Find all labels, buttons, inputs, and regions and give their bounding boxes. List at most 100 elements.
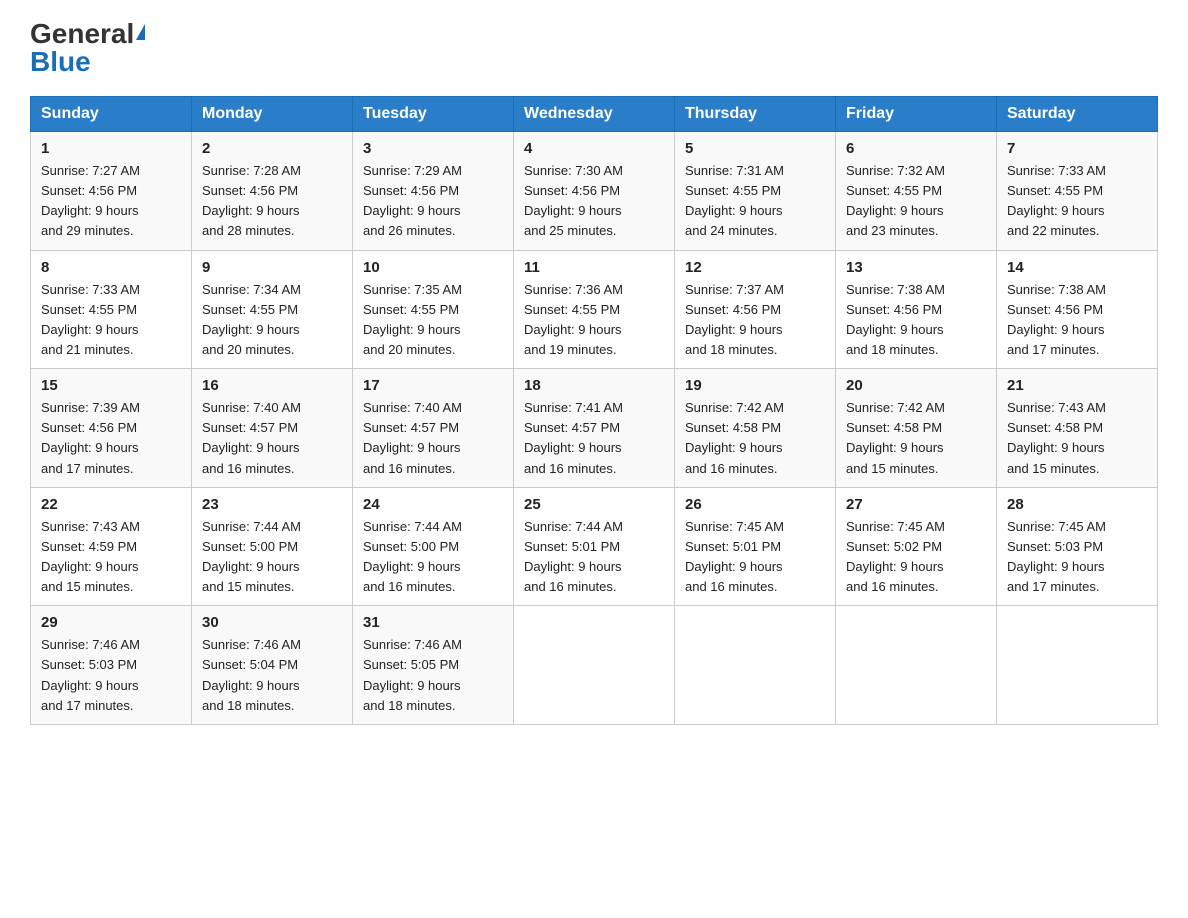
day-cell: 10 Sunrise: 7:35 AM Sunset: 4:55 PM Dayl… xyxy=(353,250,514,369)
day-cell: 22 Sunrise: 7:43 AM Sunset: 4:59 PM Dayl… xyxy=(31,487,192,606)
header-row: SundayMondayTuesdayWednesdayThursdayFrid… xyxy=(31,97,1158,132)
logo-arrow-icon xyxy=(136,24,145,40)
day-number: 13 xyxy=(846,259,986,276)
day-info: Sunrise: 7:46 AM Sunset: 5:03 PM Dayligh… xyxy=(41,635,181,716)
day-info: Sunrise: 7:44 AM Sunset: 5:00 PM Dayligh… xyxy=(202,517,342,598)
day-number: 30 xyxy=(202,614,342,631)
logo-general-line: General xyxy=(30,20,145,48)
day-cell: 20 Sunrise: 7:42 AM Sunset: 4:58 PM Dayl… xyxy=(836,369,997,488)
day-info: Sunrise: 7:36 AM Sunset: 4:55 PM Dayligh… xyxy=(524,280,664,361)
day-number: 12 xyxy=(685,259,825,276)
day-number: 20 xyxy=(846,377,986,394)
day-cell: 11 Sunrise: 7:36 AM Sunset: 4:55 PM Dayl… xyxy=(514,250,675,369)
day-cell: 27 Sunrise: 7:45 AM Sunset: 5:02 PM Dayl… xyxy=(836,487,997,606)
day-cell: 28 Sunrise: 7:45 AM Sunset: 5:03 PM Dayl… xyxy=(997,487,1158,606)
day-cell: 26 Sunrise: 7:45 AM Sunset: 5:01 PM Dayl… xyxy=(675,487,836,606)
day-number: 9 xyxy=(202,259,342,276)
day-info: Sunrise: 7:43 AM Sunset: 4:59 PM Dayligh… xyxy=(41,517,181,598)
day-info: Sunrise: 7:37 AM Sunset: 4:56 PM Dayligh… xyxy=(685,280,825,361)
week-row-5: 29 Sunrise: 7:46 AM Sunset: 5:03 PM Dayl… xyxy=(31,606,1158,725)
calendar-body: 1 Sunrise: 7:27 AM Sunset: 4:56 PM Dayli… xyxy=(31,132,1158,725)
day-number: 15 xyxy=(41,377,181,394)
day-cell: 25 Sunrise: 7:44 AM Sunset: 5:01 PM Dayl… xyxy=(514,487,675,606)
day-number: 26 xyxy=(685,496,825,513)
day-cell: 19 Sunrise: 7:42 AM Sunset: 4:58 PM Dayl… xyxy=(675,369,836,488)
day-info: Sunrise: 7:28 AM Sunset: 4:56 PM Dayligh… xyxy=(202,161,342,242)
day-info: Sunrise: 7:29 AM Sunset: 4:56 PM Dayligh… xyxy=(363,161,503,242)
day-cell: 13 Sunrise: 7:38 AM Sunset: 4:56 PM Dayl… xyxy=(836,250,997,369)
day-number: 28 xyxy=(1007,496,1147,513)
logo-general-text: General xyxy=(30,18,145,49)
day-info: Sunrise: 7:40 AM Sunset: 4:57 PM Dayligh… xyxy=(363,398,503,479)
header-cell-friday: Friday xyxy=(836,97,997,132)
day-number: 10 xyxy=(363,259,503,276)
day-cell: 9 Sunrise: 7:34 AM Sunset: 4:55 PM Dayli… xyxy=(192,250,353,369)
day-info: Sunrise: 7:41 AM Sunset: 4:57 PM Dayligh… xyxy=(524,398,664,479)
day-number: 29 xyxy=(41,614,181,631)
header-cell-monday: Monday xyxy=(192,97,353,132)
day-info: Sunrise: 7:32 AM Sunset: 4:55 PM Dayligh… xyxy=(846,161,986,242)
day-cell: 5 Sunrise: 7:31 AM Sunset: 4:55 PM Dayli… xyxy=(675,132,836,251)
day-number: 18 xyxy=(524,377,664,394)
day-number: 21 xyxy=(1007,377,1147,394)
day-info: Sunrise: 7:43 AM Sunset: 4:58 PM Dayligh… xyxy=(1007,398,1147,479)
day-number: 27 xyxy=(846,496,986,513)
day-cell xyxy=(836,606,997,725)
day-number: 25 xyxy=(524,496,664,513)
day-number: 6 xyxy=(846,140,986,157)
day-number: 24 xyxy=(363,496,503,513)
day-info: Sunrise: 7:42 AM Sunset: 4:58 PM Dayligh… xyxy=(685,398,825,479)
day-cell: 1 Sunrise: 7:27 AM Sunset: 4:56 PM Dayli… xyxy=(31,132,192,251)
day-cell: 17 Sunrise: 7:40 AM Sunset: 4:57 PM Dayl… xyxy=(353,369,514,488)
week-row-4: 22 Sunrise: 7:43 AM Sunset: 4:59 PM Dayl… xyxy=(31,487,1158,606)
day-number: 11 xyxy=(524,259,664,276)
day-cell: 15 Sunrise: 7:39 AM Sunset: 4:56 PM Dayl… xyxy=(31,369,192,488)
header-cell-saturday: Saturday xyxy=(997,97,1158,132)
day-info: Sunrise: 7:39 AM Sunset: 4:56 PM Dayligh… xyxy=(41,398,181,479)
header-cell-wednesday: Wednesday xyxy=(514,97,675,132)
day-info: Sunrise: 7:34 AM Sunset: 4:55 PM Dayligh… xyxy=(202,280,342,361)
day-info: Sunrise: 7:45 AM Sunset: 5:02 PM Dayligh… xyxy=(846,517,986,598)
day-info: Sunrise: 7:44 AM Sunset: 5:01 PM Dayligh… xyxy=(524,517,664,598)
day-cell: 8 Sunrise: 7:33 AM Sunset: 4:55 PM Dayli… xyxy=(31,250,192,369)
day-number: 2 xyxy=(202,140,342,157)
day-info: Sunrise: 7:46 AM Sunset: 5:05 PM Dayligh… xyxy=(363,635,503,716)
day-cell: 21 Sunrise: 7:43 AM Sunset: 4:58 PM Dayl… xyxy=(997,369,1158,488)
day-number: 31 xyxy=(363,614,503,631)
day-cell: 30 Sunrise: 7:46 AM Sunset: 5:04 PM Dayl… xyxy=(192,606,353,725)
page-header: General Blue xyxy=(30,20,1158,76)
calendar-table: SundayMondayTuesdayWednesdayThursdayFrid… xyxy=(30,96,1158,725)
day-number: 7 xyxy=(1007,140,1147,157)
day-cell: 29 Sunrise: 7:46 AM Sunset: 5:03 PM Dayl… xyxy=(31,606,192,725)
day-info: Sunrise: 7:40 AM Sunset: 4:57 PM Dayligh… xyxy=(202,398,342,479)
day-cell: 4 Sunrise: 7:30 AM Sunset: 4:56 PM Dayli… xyxy=(514,132,675,251)
day-cell: 12 Sunrise: 7:37 AM Sunset: 4:56 PM Dayl… xyxy=(675,250,836,369)
day-number: 22 xyxy=(41,496,181,513)
day-info: Sunrise: 7:38 AM Sunset: 4:56 PM Dayligh… xyxy=(1007,280,1147,361)
day-cell: 2 Sunrise: 7:28 AM Sunset: 4:56 PM Dayli… xyxy=(192,132,353,251)
day-cell: 31 Sunrise: 7:46 AM Sunset: 5:05 PM Dayl… xyxy=(353,606,514,725)
day-info: Sunrise: 7:44 AM Sunset: 5:00 PM Dayligh… xyxy=(363,517,503,598)
day-info: Sunrise: 7:33 AM Sunset: 4:55 PM Dayligh… xyxy=(1007,161,1147,242)
day-cell: 7 Sunrise: 7:33 AM Sunset: 4:55 PM Dayli… xyxy=(997,132,1158,251)
day-info: Sunrise: 7:42 AM Sunset: 4:58 PM Dayligh… xyxy=(846,398,986,479)
day-cell: 24 Sunrise: 7:44 AM Sunset: 5:00 PM Dayl… xyxy=(353,487,514,606)
day-cell xyxy=(514,606,675,725)
day-cell xyxy=(997,606,1158,725)
day-number: 5 xyxy=(685,140,825,157)
day-cell: 6 Sunrise: 7:32 AM Sunset: 4:55 PM Dayli… xyxy=(836,132,997,251)
day-cell: 23 Sunrise: 7:44 AM Sunset: 5:00 PM Dayl… xyxy=(192,487,353,606)
header-cell-sunday: Sunday xyxy=(31,97,192,132)
day-number: 4 xyxy=(524,140,664,157)
day-cell: 16 Sunrise: 7:40 AM Sunset: 4:57 PM Dayl… xyxy=(192,369,353,488)
day-number: 8 xyxy=(41,259,181,276)
day-info: Sunrise: 7:45 AM Sunset: 5:03 PM Dayligh… xyxy=(1007,517,1147,598)
day-number: 17 xyxy=(363,377,503,394)
day-info: Sunrise: 7:45 AM Sunset: 5:01 PM Dayligh… xyxy=(685,517,825,598)
calendar-header: SundayMondayTuesdayWednesdayThursdayFrid… xyxy=(31,97,1158,132)
week-row-2: 8 Sunrise: 7:33 AM Sunset: 4:55 PM Dayli… xyxy=(31,250,1158,369)
day-number: 3 xyxy=(363,140,503,157)
day-number: 23 xyxy=(202,496,342,513)
day-info: Sunrise: 7:38 AM Sunset: 4:56 PM Dayligh… xyxy=(846,280,986,361)
header-cell-tuesday: Tuesday xyxy=(353,97,514,132)
